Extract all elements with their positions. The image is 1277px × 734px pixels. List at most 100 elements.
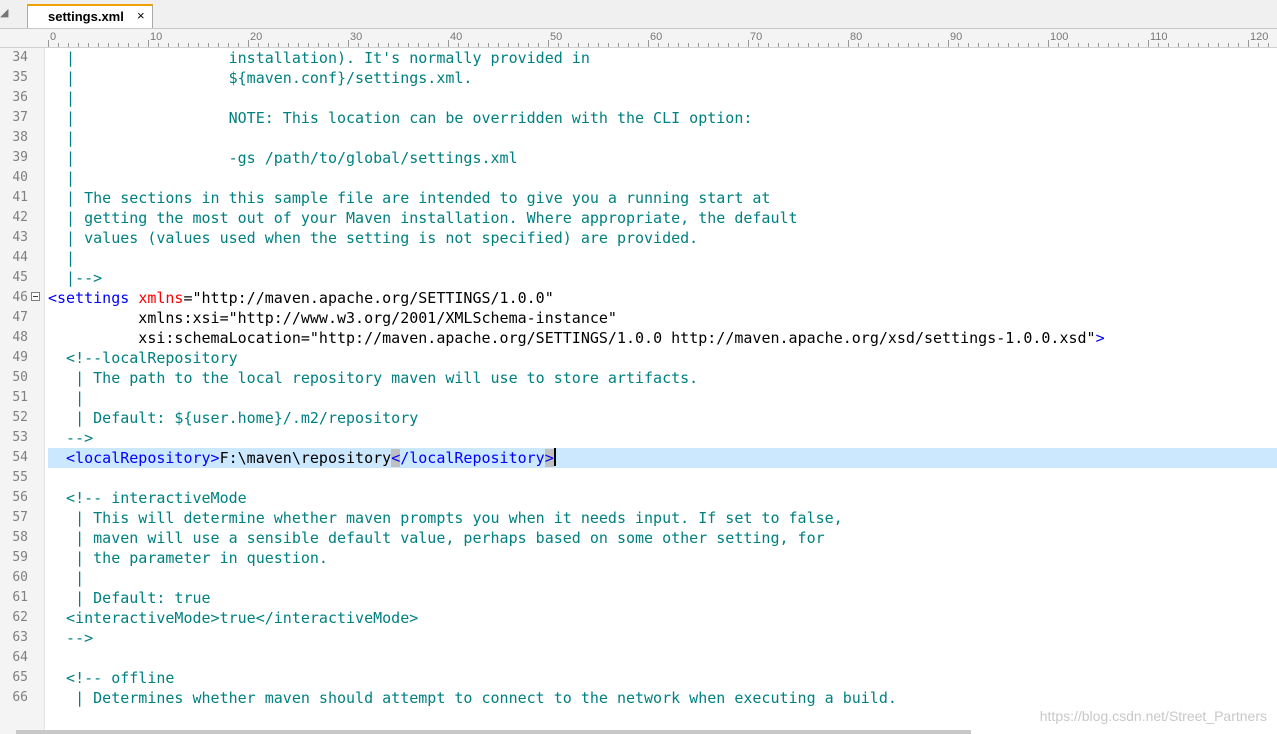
code-line[interactable]: 40 |: [0, 168, 1277, 188]
line-number: 53: [12, 430, 28, 445]
ruler-tick: [688, 43, 689, 47]
code-line-content: |: [48, 88, 1277, 108]
code-text: xsi:schemaLocation="http://maven.apache.…: [48, 328, 1105, 348]
tab-settings-xml[interactable]: settings.xml ×: [27, 4, 153, 28]
code-line[interactable]: 47 xmlns:xsi="http://www.w3.org/2001/XML…: [0, 308, 1277, 328]
text-caret: [553, 448, 556, 466]
ruler-tick: [908, 43, 909, 47]
column-ruler: 0 10 20 30 40 50 60 70 80 90 100 110 120: [0, 29, 1277, 48]
code-line-content: [48, 648, 1277, 668]
tab-label: settings.xml: [48, 9, 124, 24]
code-line[interactable]: 63 -->: [0, 628, 1277, 648]
code-line[interactable]: 61 | Default: true: [0, 588, 1277, 608]
code-line[interactable]: 37 | NOTE: This location can be overridd…: [0, 108, 1277, 128]
code-line[interactable]: 54 <localRepository>F:\maven\repository<…: [0, 448, 1277, 468]
code-line[interactable]: 50 | The path to the local repository ma…: [0, 368, 1277, 388]
ruler-tick: [568, 43, 569, 47]
ruler-tick: [798, 43, 799, 47]
code-line-content: <!--localRepository: [48, 348, 1277, 368]
code-line[interactable]: 43 | values (values used when the settin…: [0, 228, 1277, 248]
code-line[interactable]: 46 <settings xmlns="http://maven.apache.o…: [0, 288, 1277, 308]
ruler-tick: [518, 43, 519, 47]
code-line[interactable]: 35 | ${maven.conf}/settings.xml.: [0, 68, 1277, 88]
code-line[interactable]: 59 | the parameter in question.: [0, 548, 1277, 568]
ruler-tick: [918, 43, 919, 47]
ruler-tick: [218, 43, 219, 47]
code-editor[interactable]: 34 | installation). It's normally provid…: [0, 48, 1277, 708]
code-token: <localRepository>: [48, 449, 220, 467]
code-line-content: xmlns:xsi="http://www.w3.org/2001/XMLSch…: [48, 308, 1277, 328]
code-line[interactable]: 53 -->: [0, 428, 1277, 448]
ruler-tick: [678, 43, 679, 47]
ruler-tick: [1098, 43, 1099, 47]
code-token: <!-- offline: [48, 669, 175, 687]
ruler-tick: [478, 43, 479, 47]
code-line-content: | the parameter in question.: [48, 548, 1277, 568]
ruler-tick: [468, 43, 469, 47]
code-line[interactable]: 58 | maven will use a sensible default v…: [0, 528, 1277, 548]
code-line[interactable]: 48 xsi:schemaLocation="http://maven.apac…: [0, 328, 1277, 348]
ruler-tick: [958, 43, 959, 47]
code-text: | NOTE: This location can be overridden …: [48, 108, 752, 128]
ruler-tick: [588, 43, 589, 47]
code-line[interactable]: 41 | The sections in this sample file ar…: [0, 188, 1277, 208]
ruler-tick: [1028, 43, 1029, 47]
code-line[interactable]: 38 |: [0, 128, 1277, 148]
line-number: 34: [12, 50, 28, 65]
code-line[interactable]: 66 | Determines whether maven should att…: [0, 688, 1277, 708]
ruler-tick: [188, 43, 189, 47]
code-line[interactable]: 49 <!--localRepository: [0, 348, 1277, 368]
ruler-tick: [928, 43, 929, 47]
code-line[interactable]: 57 | This will determine whether maven p…: [0, 508, 1277, 528]
code-line[interactable]: 51 |: [0, 388, 1277, 408]
close-icon[interactable]: ×: [137, 8, 145, 23]
code-line-content: | Determines whether maven should attemp…: [48, 688, 1277, 708]
code-token: >: [544, 449, 554, 467]
code-line[interactable]: 55: [0, 468, 1277, 488]
code-token: >: [1095, 329, 1105, 347]
code-line[interactable]: 62 <interactiveMode>true</interactiveMod…: [0, 608, 1277, 628]
ruler-tick: [1138, 43, 1139, 47]
line-number: 49: [12, 350, 28, 365]
code-text: | installation). It's normally provided …: [48, 48, 590, 68]
ruler-tick: [258, 43, 259, 47]
line-number: 66: [12, 690, 28, 705]
code-line[interactable]: 52 | Default: ${user.home}/.m2/repositor…: [0, 408, 1277, 428]
ruler-tick: [578, 43, 579, 47]
ruler-tick: [818, 43, 819, 47]
ruler-tick: [338, 43, 339, 47]
ruler-label: 100: [1050, 31, 1069, 43]
ruler-tick: [1238, 43, 1239, 47]
code-token: | This will determine whether maven prom…: [48, 509, 843, 527]
code-token: | getting the most out of your Maven ins…: [48, 209, 798, 227]
ruler-tick: [948, 40, 949, 47]
code-text: |: [48, 568, 84, 588]
code-line[interactable]: 64: [0, 648, 1277, 668]
code-line[interactable]: 44 |: [0, 248, 1277, 268]
tab-scroll-arrow-icon[interactable]: ◢: [0, 6, 26, 28]
code-line[interactable]: 65 <!-- offline: [0, 668, 1277, 688]
code-line[interactable]: 39 | -gs /path/to/global/settings.xml: [0, 148, 1277, 168]
code-line[interactable]: 36 |: [0, 88, 1277, 108]
code-line[interactable]: 34 | installation). It's normally provid…: [0, 48, 1277, 68]
code-line[interactable]: 56 <!-- interactiveMode: [0, 488, 1277, 508]
fold-minus-icon[interactable]: [31, 292, 40, 301]
code-line[interactable]: 45 |-->: [0, 268, 1277, 288]
code-text: | Determines whether maven should attemp…: [48, 688, 897, 708]
ruler-tick: [1208, 43, 1209, 47]
ruler-tick: [1078, 43, 1079, 47]
ruler-tick: [358, 43, 359, 47]
ruler-tick: [528, 43, 529, 47]
ruler-tick: [988, 43, 989, 47]
code-line[interactable]: 60 |: [0, 568, 1277, 588]
horizontal-scrollbar[interactable]: [16, 730, 971, 734]
ruler-label: 20: [250, 31, 263, 43]
ruler-tick: [88, 43, 89, 47]
code-text: |: [48, 168, 75, 188]
code-line[interactable]: 42 | getting the most out of your Maven …: [0, 208, 1277, 228]
ruler-tick: [1248, 40, 1249, 47]
code-token: | installation). It's normally provided …: [48, 49, 590, 67]
code-line-content: |: [48, 128, 1277, 148]
ruler-tick: [58, 43, 59, 47]
ruler-tick: [148, 40, 149, 47]
